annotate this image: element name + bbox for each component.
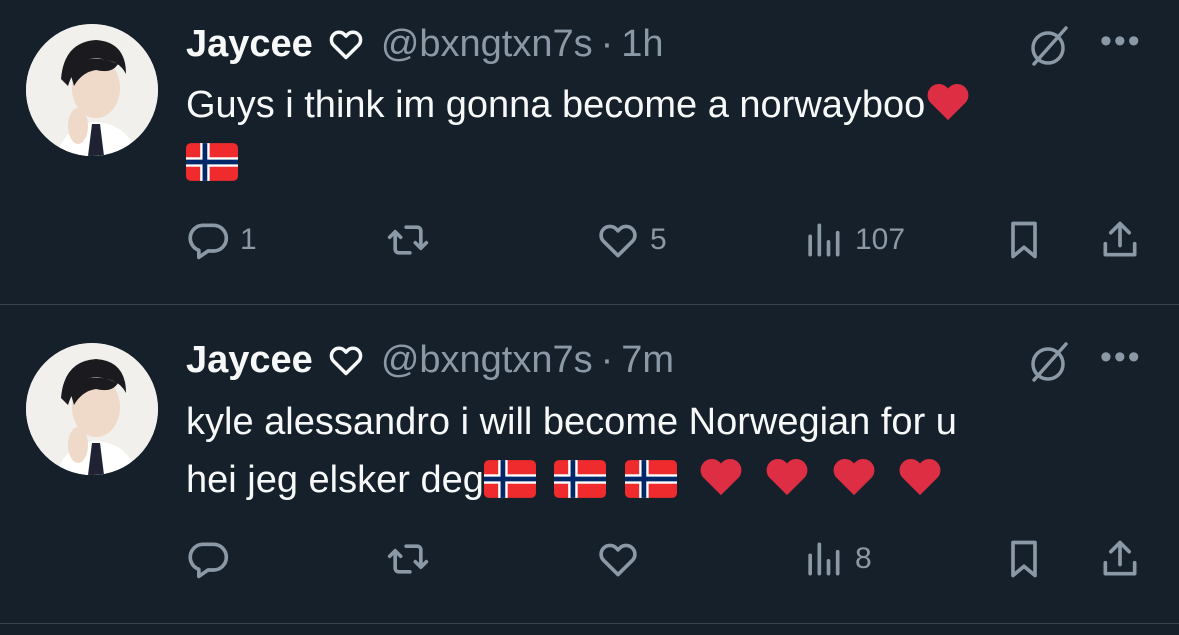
share-button[interactable] xyxy=(1098,212,1142,268)
bookmark-icon xyxy=(1011,540,1037,578)
retweet-button[interactable] xyxy=(386,212,430,268)
heart-outline-icon xyxy=(329,30,363,60)
views-button[interactable]: 107 xyxy=(801,212,905,268)
more-icon[interactable]: ••• xyxy=(1100,338,1142,377)
reply-count: 1 xyxy=(240,223,257,256)
bookmark-button[interactable] xyxy=(1002,531,1046,587)
like-button[interactable] xyxy=(596,531,650,587)
bookmark-icon xyxy=(1011,221,1037,259)
handle[interactable]: @bxngtxn7s xyxy=(381,339,593,382)
bookmark-button[interactable] xyxy=(1002,212,1046,268)
red-heart-emoji xyxy=(700,458,741,496)
retweet-icon xyxy=(387,225,429,255)
heart-outline-icon xyxy=(329,346,363,376)
timestamp[interactable]: 7m xyxy=(621,339,674,382)
views-button[interactable]: 8 xyxy=(801,531,872,587)
share-icon xyxy=(1103,540,1137,576)
tweet-actions: 8 xyxy=(186,531,1146,587)
tweet-text-line: hei jeg elsker deg xyxy=(186,459,484,501)
handle[interactable]: @bxngtxn7s xyxy=(381,23,593,66)
like-count: 5 xyxy=(650,223,667,256)
tweet-text: kyle alessandro i will become Norwegian … xyxy=(186,393,957,509)
views-icon xyxy=(808,542,840,576)
views-count: 8 xyxy=(855,542,872,575)
display-name[interactable]: Jaycee xyxy=(186,23,313,66)
avatar[interactable] xyxy=(26,24,158,156)
like-icon xyxy=(599,224,637,258)
red-heart-emoji xyxy=(833,458,875,496)
retweet-button[interactable] xyxy=(386,531,430,587)
red-heart-emoji xyxy=(766,458,808,496)
timestamp[interactable]: 1h xyxy=(621,23,663,66)
avatar-image xyxy=(26,24,158,156)
more-icon[interactable]: ••• xyxy=(1100,22,1142,61)
retweet-icon xyxy=(387,544,429,574)
norway-flag-emoji xyxy=(624,460,677,498)
norway-flag-emoji xyxy=(186,143,238,181)
tweet-2[interactable]: Jaycee @bxngtxn7s · 7m ••• kyle alessand… xyxy=(0,305,1179,624)
like-icon xyxy=(599,543,637,577)
tweet-text-line: Guys i think im gonna become a norwayboo xyxy=(186,84,926,126)
separator-dot: · xyxy=(600,338,614,381)
reply-button[interactable]: 1 xyxy=(186,212,257,268)
reply-button[interactable] xyxy=(186,531,240,587)
views-icon xyxy=(808,223,840,257)
reply-icon xyxy=(188,223,229,260)
like-button[interactable]: 5 xyxy=(596,212,667,268)
grok-icon[interactable] xyxy=(1024,338,1072,386)
tweet-header: Jaycee @bxngtxn7s · 1h xyxy=(186,20,664,68)
avatar[interactable] xyxy=(26,343,158,475)
tweet-actions: 1 5 107 xyxy=(186,212,1146,268)
red-heart-emoji xyxy=(927,83,969,121)
share-button[interactable] xyxy=(1098,531,1142,587)
reply-icon xyxy=(188,542,229,579)
tweet-1[interactable]: Jaycee @bxngtxn7s · 1h ••• Guys i think … xyxy=(0,0,1179,305)
tweet-text-line: kyle alessandro i will become Norwegian … xyxy=(186,401,957,443)
norway-flag-emoji xyxy=(483,460,536,498)
red-heart-emoji xyxy=(899,458,941,496)
display-name[interactable]: Jaycee xyxy=(186,339,313,382)
share-icon xyxy=(1103,221,1137,257)
views-count: 107 xyxy=(855,223,906,256)
avatar-image xyxy=(26,343,158,475)
tweet-text: Guys i think im gonna become a norwayboo xyxy=(186,76,971,192)
tweet-header: Jaycee @bxngtxn7s · 7m xyxy=(186,336,674,384)
grok-icon[interactable] xyxy=(1024,22,1072,70)
separator-dot: · xyxy=(600,22,614,65)
norway-flag-emoji xyxy=(554,460,607,498)
